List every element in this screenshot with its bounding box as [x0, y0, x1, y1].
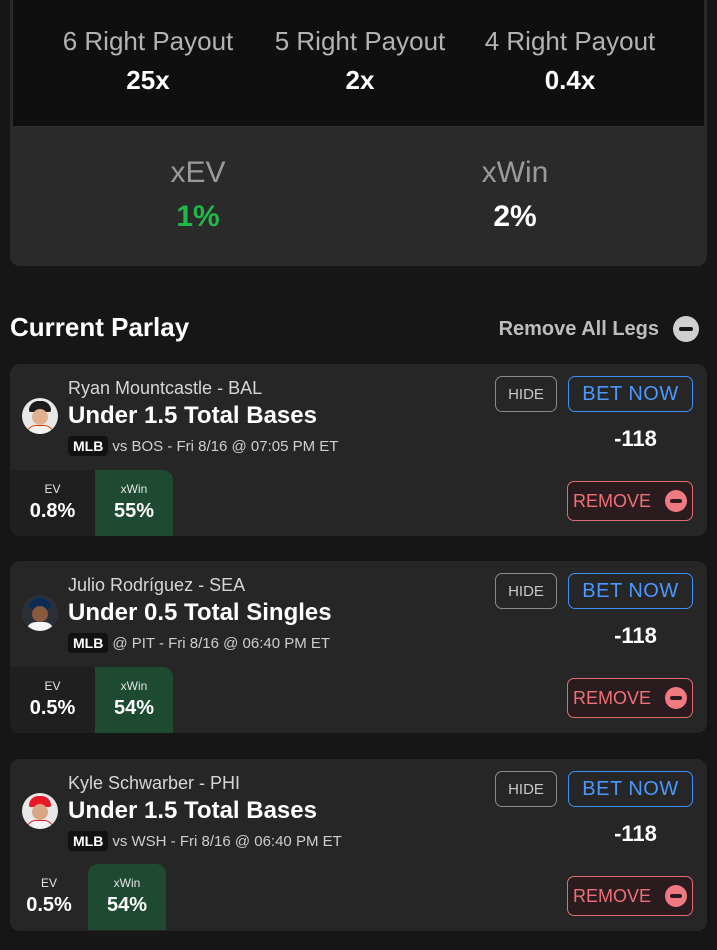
xwin-box: xWin 54% — [88, 864, 166, 930]
minus-circle-icon — [665, 490, 687, 512]
xev-stat: xEV 1% — [98, 156, 298, 234]
remove-label: REMOVE — [572, 490, 651, 511]
payout-label: 5 Right Payout — [274, 26, 446, 56]
player-headshot-icon — [22, 793, 58, 829]
remove-all-legs-button[interactable]: Remove All Legs — [499, 316, 699, 342]
ev-value: 0.8% — [29, 500, 76, 522]
xwin-label: xWin — [481, 156, 549, 189]
remove-leg-button[interactable]: REMOVE — [567, 481, 693, 521]
bet-now-button[interactable]: BET NOW — [568, 573, 693, 609]
ev-value: 0.5% — [26, 894, 72, 916]
xwin-value: 54% — [113, 697, 155, 719]
xwin-value: 54% — [106, 894, 148, 916]
ev-label: EV — [40, 876, 57, 890]
market-name: Under 1.5 Total Bases — [68, 402, 317, 429]
xwin-stat: xWin 2% — [415, 156, 615, 234]
game-info: MLB vs BOS - Fri 8/16 @ 07:05 PM ET — [68, 436, 338, 456]
hide-button[interactable]: HIDE — [495, 376, 557, 412]
player-headshot-icon — [22, 398, 58, 434]
matchup-text: vs BOS - Fri 8/16 @ 07:05 PM ET — [112, 437, 339, 455]
player-name: Ryan Mountcastle - BAL — [68, 378, 263, 398]
xwin-label: xWin — [120, 679, 148, 693]
matchup-text: @ PIT - Fri 8/16 @ 06:40 PM ET — [112, 634, 331, 652]
league-badge: MLB — [68, 633, 109, 653]
payout-value: 0.4x — [544, 65, 596, 95]
parlay-leg-card: Kyle Schwarber - PHI Under 1.5 Total Bas… — [10, 759, 707, 931]
market-name: Under 1.5 Total Bases — [68, 797, 317, 824]
parlay-leg-card: Ryan Mountcastle - BAL Under 1.5 Total B… — [10, 364, 707, 536]
remove-all-legs-label: Remove All Legs — [498, 317, 659, 340]
ev-value: 0.5% — [29, 697, 76, 719]
ev-label: EV — [44, 482, 61, 496]
ev-label: EV — [44, 679, 61, 693]
player-name: Julio Rodríguez - SEA — [68, 575, 246, 595]
hide-button[interactable]: HIDE — [495, 573, 557, 609]
ev-box: EV 0.5% — [10, 667, 95, 733]
minus-circle-icon — [673, 316, 699, 342]
payout-label: 6 Right Payout — [62, 26, 234, 56]
xwin-box: xWin 54% — [95, 667, 173, 733]
payout-4-right: 4 Right Payout 0.4x — [470, 26, 670, 96]
minus-circle-icon — [665, 687, 687, 709]
current-parlay-title: Current Parlay — [10, 312, 190, 342]
xwin-box: xWin 55% — [95, 470, 173, 536]
market-name: Under 0.5 Total Singles — [68, 599, 332, 626]
odds-value: -118 — [614, 623, 657, 648]
league-badge: MLB — [68, 831, 109, 851]
xwin-label: xWin — [113, 876, 141, 890]
ev-box: EV 0.8% — [10, 470, 95, 536]
payout-row: 6 Right Payout 25x 5 Right Payout 2x 4 R… — [10, 0, 707, 126]
game-info: MLB vs WSH - Fri 8/16 @ 06:40 PM ET — [68, 831, 342, 851]
minus-circle-icon — [665, 885, 687, 907]
matchup-text: vs WSH - Fri 8/16 @ 06:40 PM ET — [112, 832, 342, 850]
xwin-label: xWin — [120, 482, 148, 496]
remove-leg-button[interactable]: REMOVE — [567, 876, 693, 916]
payout-5-right: 5 Right Payout 2x — [260, 26, 460, 96]
payout-summary-panel: 6 Right Payout 25x 5 Right Payout 2x 4 R… — [10, 0, 707, 266]
remove-label: REMOVE — [572, 687, 651, 708]
bet-now-button[interactable]: BET NOW — [568, 771, 693, 807]
odds-value: -118 — [614, 426, 657, 451]
odds-value: -118 — [614, 821, 657, 846]
xev-value: 1% — [176, 200, 220, 233]
payout-label: 4 Right Payout — [484, 26, 656, 56]
xev-label: xEV — [170, 156, 226, 189]
hide-button[interactable]: HIDE — [495, 771, 557, 807]
league-badge: MLB — [68, 436, 109, 456]
remove-label: REMOVE — [572, 885, 651, 906]
remove-leg-button[interactable]: REMOVE — [567, 678, 693, 718]
xwin-value: 2% — [493, 200, 537, 233]
payout-value: 2x — [345, 65, 375, 95]
player-headshot-icon — [22, 595, 58, 631]
player-name: Kyle Schwarber - PHI — [68, 773, 241, 793]
payout-6-right: 6 Right Payout 25x — [48, 26, 248, 96]
bet-now-button[interactable]: BET NOW — [568, 376, 693, 412]
game-info: MLB @ PIT - Fri 8/16 @ 06:40 PM ET — [68, 633, 330, 653]
parlay-leg-card: Julio Rodríguez - SEA Under 0.5 Total Si… — [10, 561, 707, 733]
payout-value: 25x — [126, 65, 170, 95]
ev-box: EV 0.5% — [10, 864, 88, 930]
xwin-value: 55% — [113, 500, 155, 522]
